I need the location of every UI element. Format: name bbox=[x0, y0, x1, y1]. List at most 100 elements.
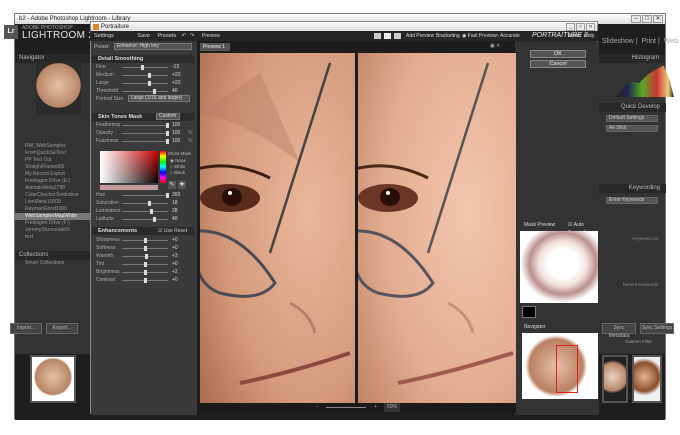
skin-color-picker[interactable] bbox=[100, 151, 158, 183]
slider-track[interactable] bbox=[122, 75, 168, 76]
slider-thumb[interactable] bbox=[144, 278, 147, 283]
slider-thumb[interactable] bbox=[148, 73, 152, 78]
slider-thumb[interactable] bbox=[166, 123, 169, 128]
add-preview-button[interactable]: Add Preview bbox=[406, 31, 434, 41]
eyedropper-icon[interactable]: ✎ bbox=[168, 181, 176, 189]
show-mask-radio[interactable]: ○ Black bbox=[170, 170, 185, 175]
preview-tab[interactable]: Preview 1 bbox=[200, 43, 230, 51]
module-slideshow[interactable]: Slideshow bbox=[602, 38, 634, 45]
filmstrip-thumbnail[interactable] bbox=[602, 355, 628, 403]
module-web[interactable]: Web bbox=[664, 38, 678, 45]
accurate-radio[interactable]: ○ Accurate bbox=[496, 31, 520, 41]
use-reset-checkbox[interactable]: ☑ Use Reset bbox=[158, 228, 187, 234]
folder-item[interactable]: RaymanGrind1006 bbox=[15, 206, 95, 213]
slider-track[interactable] bbox=[122, 219, 168, 220]
filmstrip-thumbnail[interactable] bbox=[30, 355, 76, 403]
module-print[interactable]: Print bbox=[642, 38, 656, 45]
slider-thumb[interactable] bbox=[140, 65, 144, 70]
slider-thumb[interactable] bbox=[150, 209, 154, 214]
show-mask-radio[interactable]: ○ White bbox=[170, 164, 185, 169]
slider-track[interactable] bbox=[122, 195, 168, 196]
about-button[interactable]: About bbox=[568, 31, 581, 41]
histogram-header[interactable]: Histogram bbox=[593, 54, 665, 63]
portrait-size-select[interactable]: Large (1/16 and larger) bbox=[128, 95, 190, 102]
folder-item[interactable]: Freelagen Drive (E:) bbox=[15, 178, 95, 185]
slider-track[interactable] bbox=[122, 91, 168, 92]
slider-value[interactable]: +20 bbox=[172, 72, 180, 79]
slider-thumb[interactable] bbox=[144, 270, 148, 275]
slider-value[interactable]: 100 bbox=[172, 130, 180, 137]
slider-thumb[interactable] bbox=[166, 131, 169, 136]
zoom-in-icon[interactable]: + bbox=[374, 403, 377, 412]
import-button[interactable]: Import... bbox=[10, 323, 42, 334]
bracketing-button[interactable]: Bracketing bbox=[436, 31, 460, 41]
hue-strip[interactable] bbox=[160, 151, 166, 183]
slider-value[interactable]: +20 bbox=[172, 80, 180, 87]
help-button[interactable]: Help bbox=[584, 31, 594, 41]
collections-header[interactable]: Collections bbox=[15, 251, 95, 260]
slider-thumb[interactable] bbox=[152, 217, 156, 222]
slider-track[interactable] bbox=[122, 211, 168, 212]
folder-item[interactable]: JeremyStornuriak09 bbox=[15, 227, 95, 234]
white-balance-select[interactable]: As Shot bbox=[606, 125, 658, 132]
maximize-icon[interactable]: □ bbox=[642, 15, 652, 23]
keyword-input[interactable]: Enter Keywords bbox=[606, 197, 658, 204]
minimize-icon[interactable]: – bbox=[631, 15, 641, 23]
folder-item[interactable]: ColorCheckerTestIndoor bbox=[15, 192, 95, 199]
slider-value[interactable]: 40 bbox=[172, 216, 178, 223]
sync-settings-button[interactable]: Sync Settings bbox=[640, 323, 674, 334]
slider-value[interactable]: +0 bbox=[172, 261, 178, 268]
slider-track[interactable] bbox=[122, 133, 168, 134]
preview-before-image[interactable] bbox=[200, 53, 355, 403]
presets-button[interactable]: Presets bbox=[157, 33, 176, 39]
close-icon[interactable]: ✕ bbox=[586, 23, 595, 31]
folder-item[interactable]: StraightFlamed09 bbox=[15, 164, 95, 171]
detail-smoothing-header[interactable]: Detail Smoothing bbox=[92, 55, 194, 63]
folder-item[interactable]: Smart Collections bbox=[15, 260, 95, 267]
folder-item[interactable]: LionMane10009 bbox=[15, 199, 95, 206]
slider-value[interactable]: 28 bbox=[172, 208, 178, 215]
slider-track[interactable] bbox=[122, 125, 168, 126]
folder-item[interactable]: test bbox=[15, 234, 95, 241]
slider-thumb[interactable] bbox=[147, 201, 151, 206]
save-button[interactable]: Save bbox=[137, 33, 150, 39]
fast-preview-radio[interactable]: ◉ Fast Preview bbox=[462, 31, 497, 41]
slider-value[interactable]: 40 bbox=[172, 88, 178, 95]
folder-item[interactable]: Freelagen Drive (F:) bbox=[15, 220, 95, 227]
slider-thumb[interactable] bbox=[166, 139, 169, 144]
saved-preset-select[interactable]: Default Settings bbox=[606, 115, 658, 122]
undo-icon[interactable]: ↶ bbox=[182, 33, 187, 39]
navigator-thumbnail[interactable] bbox=[36, 62, 81, 114]
eyedropper-plus-icon[interactable]: ✚ bbox=[178, 181, 186, 189]
preview-tab-controls[interactable]: ▣ ✕ bbox=[490, 43, 512, 51]
folder-item[interactable]: RW_WebSamples bbox=[15, 143, 95, 150]
compare-view-icon[interactable] bbox=[394, 33, 401, 39]
slider-thumb[interactable] bbox=[144, 238, 147, 243]
folder-item[interactable]: My Recent Export bbox=[15, 171, 95, 178]
slider-track[interactable] bbox=[122, 141, 168, 142]
slider-value[interactable]: 18 bbox=[172, 200, 178, 207]
zoom-level[interactable]: 50% bbox=[384, 403, 401, 412]
quick-develop-header[interactable]: Quick Develop bbox=[594, 103, 666, 112]
folder-item[interactable]: FromQuickSelTest bbox=[15, 150, 95, 157]
slider-thumb[interactable] bbox=[148, 81, 152, 86]
single-view-icon[interactable] bbox=[374, 33, 381, 39]
recent-keywords-label[interactable]: Recent Keywords bbox=[623, 282, 658, 287]
keywording-header[interactable]: Keywording bbox=[594, 184, 666, 193]
slider-thumb[interactable] bbox=[166, 193, 169, 198]
export-button[interactable]: Export... bbox=[46, 323, 78, 334]
folder-item-selected[interactable]: WebSamplesMapWhite bbox=[15, 213, 95, 220]
close-icon[interactable]: ✕ bbox=[653, 15, 663, 23]
maximize-icon[interactable]: □ bbox=[576, 23, 585, 31]
cancel-button[interactable]: Cancel bbox=[530, 60, 586, 68]
slider-value[interactable]: +0 bbox=[172, 237, 178, 244]
navigator-viewport-box[interactable] bbox=[556, 345, 578, 393]
slider-value[interactable]: 100 bbox=[172, 138, 180, 145]
slider-track[interactable] bbox=[122, 83, 168, 84]
ok-button[interactable]: OK bbox=[530, 50, 586, 58]
slider-track[interactable] bbox=[122, 203, 168, 204]
slider-value[interactable]: 360 bbox=[172, 192, 180, 199]
slider-value[interactable]: -15 bbox=[172, 64, 179, 71]
zoom-out-icon[interactable]: − bbox=[316, 403, 319, 412]
slider-thumb[interactable] bbox=[144, 262, 147, 267]
